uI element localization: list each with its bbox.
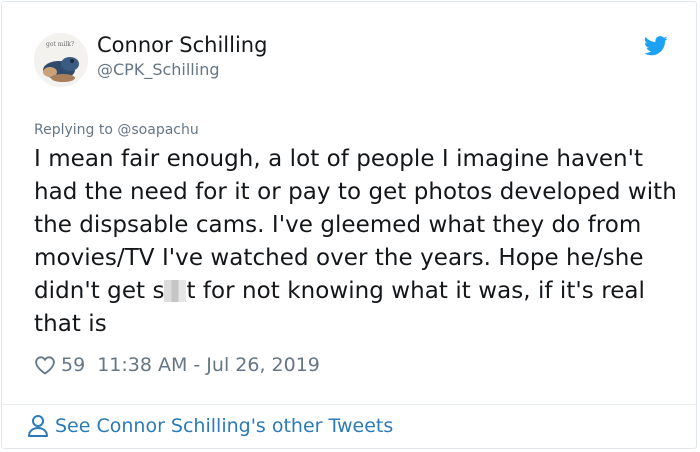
divider bbox=[2, 404, 696, 405]
heart-icon[interactable] bbox=[34, 354, 56, 376]
avatar-photo: got milk? bbox=[34, 33, 88, 87]
replying-to[interactable]: Replying to @soapachu bbox=[34, 122, 199, 138]
user-icon bbox=[28, 415, 48, 437]
other-tweets-link[interactable]: See Connor Schilling's other Tweets bbox=[27, 414, 393, 438]
other-tweets-label[interactable]: See Connor Schilling's other Tweets bbox=[55, 415, 393, 437]
like-count[interactable]: 59 bbox=[61, 354, 85, 376]
tweet-timestamp[interactable]: 11:38 AM - Jul 26, 2019 bbox=[97, 354, 320, 376]
tweet-text: I mean fair enough, a lot of people I im… bbox=[34, 143, 679, 341]
tweet-meta: 59 11:38 AM - Jul 26, 2019 bbox=[34, 352, 320, 378]
censor-pixelation bbox=[164, 280, 187, 302]
user-handle[interactable]: @CPK_Schilling bbox=[97, 60, 219, 79]
twitter-bird-icon[interactable] bbox=[644, 36, 668, 56]
display-name[interactable]: Connor Schilling bbox=[97, 33, 267, 57]
avatar[interactable]: got milk? bbox=[34, 33, 88, 87]
avatar-caption: got milk? bbox=[46, 41, 74, 48]
tweet-card: got milk? Connor Schilling @CPK_Schillin… bbox=[1, 1, 697, 449]
